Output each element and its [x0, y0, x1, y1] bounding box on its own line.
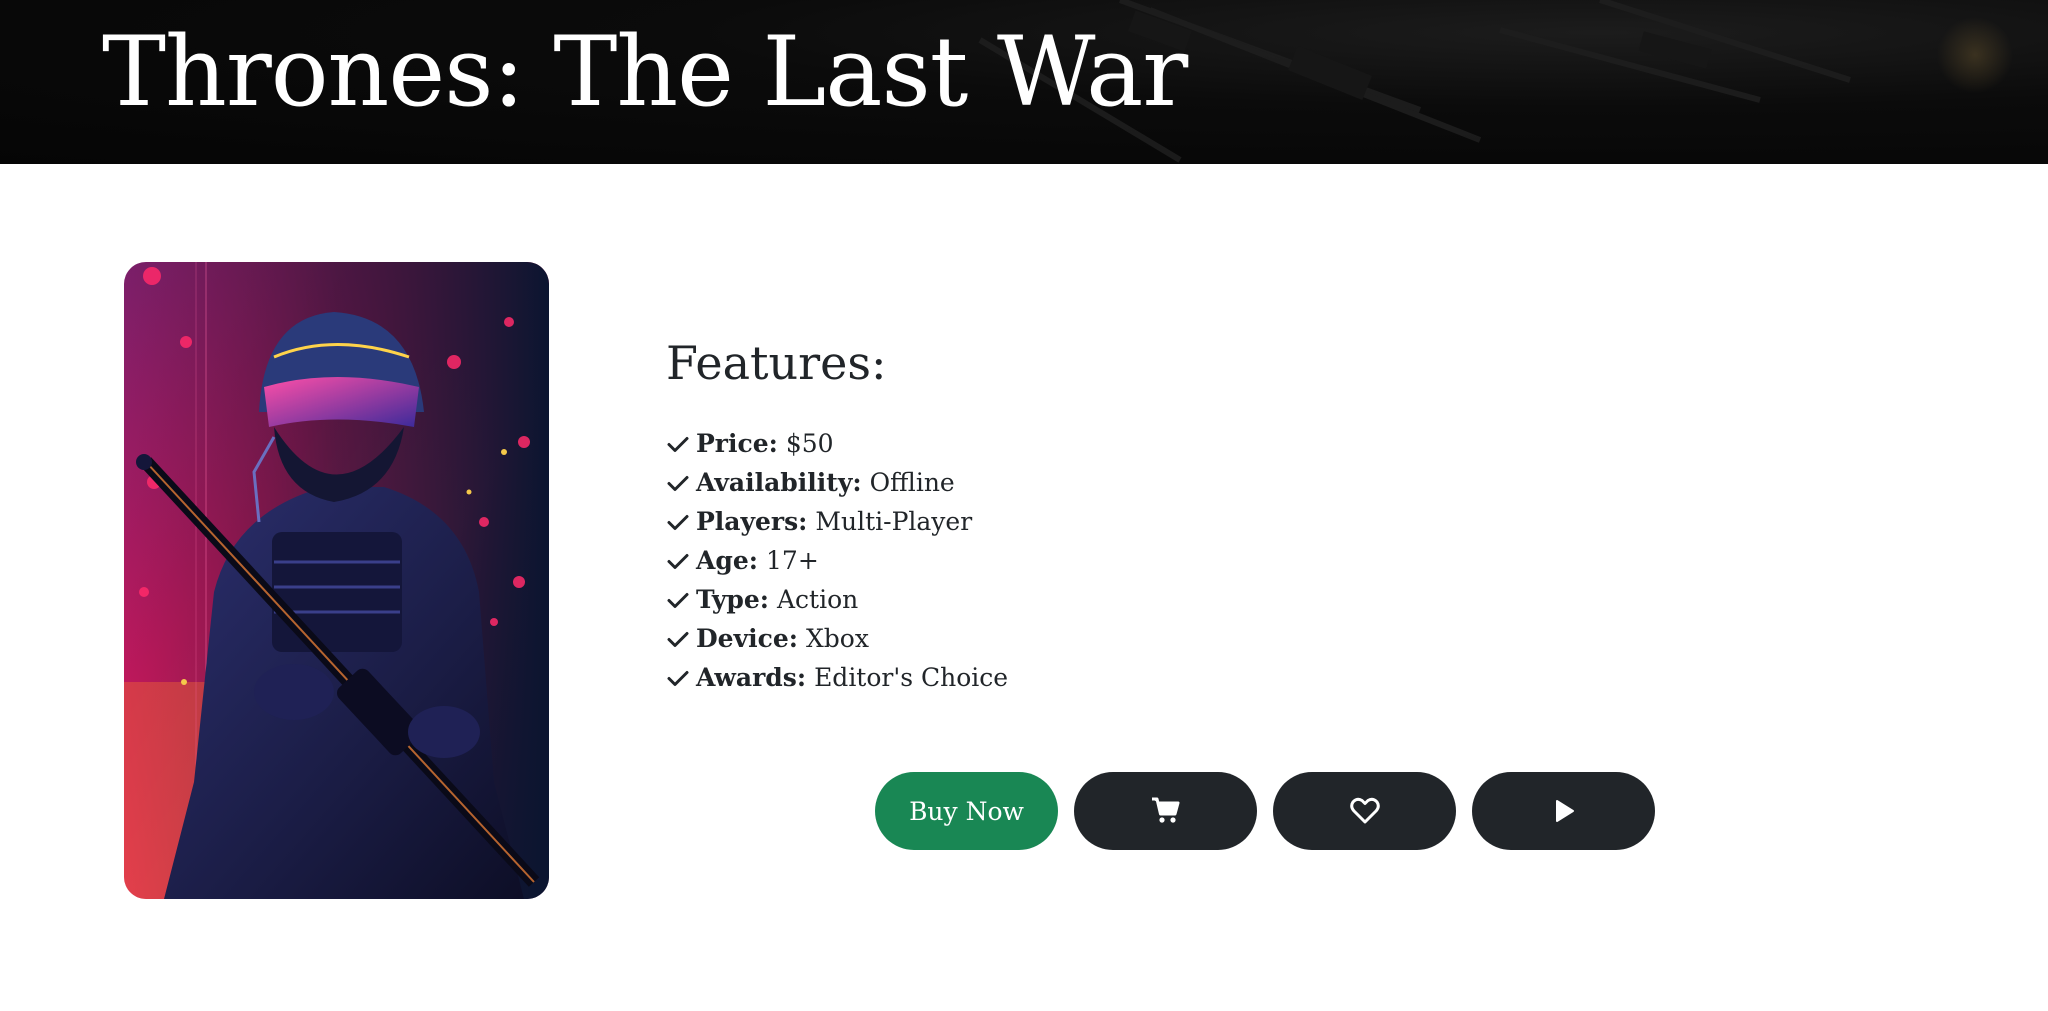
- feature-value: 17+: [766, 546, 819, 575]
- check-icon: [667, 514, 689, 530]
- check-icon: [667, 553, 689, 569]
- check-icon: [667, 631, 689, 647]
- soldier-artwork: [124, 262, 549, 899]
- page-title: Thrones: The Last War: [102, 16, 1188, 128]
- check-icon: [667, 475, 689, 491]
- add-to-cart-button[interactable]: [1074, 772, 1257, 850]
- buy-now-button[interactable]: Buy Now: [875, 772, 1058, 850]
- feature-label: Price:: [696, 429, 778, 458]
- play-icon: [1555, 800, 1574, 822]
- play-trailer-button[interactable]: [1472, 772, 1655, 850]
- feature-item-players: Players: Multi-Player: [666, 502, 1466, 541]
- feature-value: $50: [785, 429, 834, 458]
- feature-label: Players:: [696, 507, 808, 536]
- check-icon: [667, 436, 689, 452]
- feature-label: Awards:: [696, 663, 807, 692]
- game-cover-image: [124, 262, 549, 899]
- features-panel: Features: Price: $50 Availability: Offli…: [666, 330, 1466, 697]
- feature-value: Multi-Player: [815, 507, 973, 536]
- cart-icon: [1151, 797, 1179, 823]
- features-heading: Features:: [666, 336, 887, 390]
- feature-value: Editor's Choice: [814, 663, 1009, 692]
- feature-item-availability: Availability: Offline: [666, 463, 1466, 502]
- feature-item-type: Type: Action: [666, 580, 1466, 619]
- wishlist-button[interactable]: [1273, 772, 1456, 850]
- feature-item-device: Device: Xbox: [666, 619, 1466, 658]
- feature-label: Age:: [696, 546, 759, 575]
- action-buttons: Buy Now: [875, 772, 1671, 850]
- feature-value: Offline: [869, 468, 955, 497]
- check-icon: [667, 592, 689, 608]
- heart-icon: [1349, 797, 1380, 824]
- feature-label: Type:: [696, 585, 769, 614]
- feature-value: Xbox: [805, 624, 869, 653]
- feature-list: Price: $50 Availability: Offline Players…: [666, 424, 1466, 697]
- feature-item-age: Age: 17+: [666, 541, 1466, 580]
- check-icon: [667, 670, 689, 686]
- feature-label: Device:: [696, 624, 798, 653]
- feature-item-price: Price: $50: [666, 424, 1466, 463]
- feature-value: Action: [777, 585, 859, 614]
- feature-label: Availability:: [696, 468, 862, 497]
- hero-banner: Thrones: The Last War: [0, 0, 2048, 164]
- feature-item-awards: Awards: Editor's Choice: [666, 658, 1466, 697]
